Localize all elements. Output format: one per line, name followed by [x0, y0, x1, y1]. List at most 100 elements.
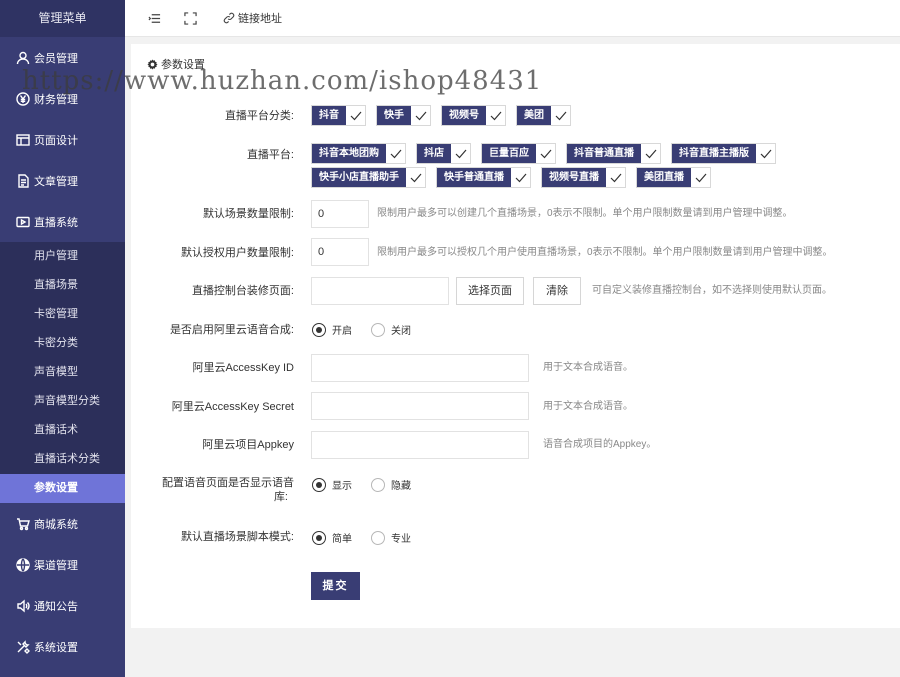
sidebar-item-label: 渠道管理: [34, 559, 78, 572]
sidebar-subitem-card-categories[interactable]: 卡密分类: [0, 329, 125, 358]
sidebar-menu: 会员管理 财务管理 页面设计 文章管理 直播系统: [0, 37, 125, 242]
platform-tags-row2: 快手小店直播助手 快手普通直播 视频号直播 美团直播: [311, 167, 896, 190]
aliyun-tts-label: 是否启用阿里云语音合成:: [169, 324, 294, 336]
radio-circle: [312, 322, 326, 337]
tag-doudian[interactable]: 抖店: [416, 143, 471, 164]
radio-label: 显示: [332, 481, 352, 492]
radio-mode-pro[interactable]: 专业: [371, 530, 411, 545]
tag-douyin-normal[interactable]: 抖音普通直播: [566, 143, 661, 164]
tag-label: 视频号直播: [542, 168, 606, 187]
select-page-button[interactable]: 选择页面: [456, 277, 524, 305]
tag-douyin-host[interactable]: 抖音直播主播版: [671, 143, 776, 164]
check-icon: [551, 106, 570, 125]
tag-shipinhao-live[interactable]: 视频号直播: [541, 167, 626, 188]
auth-limit-input[interactable]: 0: [311, 238, 369, 266]
sidebar-subitem-voice-models[interactable]: 声音模型: [0, 358, 125, 387]
radio-label: 开启: [332, 326, 352, 337]
access-key-secret-label: 阿里云AccessKey Secret: [171, 401, 294, 413]
fullscreen-icon[interactable]: [183, 11, 197, 25]
radio-voice-show[interactable]: 显示: [312, 477, 352, 492]
access-key-id-label: 阿里云AccessKey ID: [192, 362, 294, 374]
sidebar-subitem-live-scenes[interactable]: 直播场景: [0, 271, 125, 300]
sidebar-item-label: 直播系统: [34, 216, 78, 229]
tag-shipinhao[interactable]: 视频号: [441, 105, 506, 126]
check-icon: [511, 168, 530, 187]
gear-icon: [147, 58, 158, 70]
globe-icon: [16, 557, 30, 572]
access-key-id-input[interactable]: [311, 354, 529, 382]
check-icon: [346, 106, 365, 125]
sidebar-item-channels[interactable]: 渠道管理: [0, 544, 125, 585]
radio-mode-simple[interactable]: 简单: [312, 530, 352, 545]
access-key-id-hint: 用于文本合成语音。: [543, 362, 633, 373]
radio-tts-off[interactable]: 关闭: [371, 322, 411, 337]
sidebar-item-live-system[interactable]: 直播系统: [0, 201, 125, 242]
sidebar-item-page-design[interactable]: 页面设计: [0, 119, 125, 160]
category-tags: 抖音 快手 视频号 美团: [311, 105, 891, 128]
check-icon: [386, 144, 405, 163]
settings-panel: 参数设置 直播平台分类: 抖音 快手 视频号 美团 直播平台: 抖音本地团购 抖…: [131, 44, 900, 628]
tag-juliang[interactable]: 巨量百应: [481, 143, 556, 164]
radio-circle: [371, 530, 385, 545]
sidebar-subitem-script-categories[interactable]: 直播话术分类: [0, 445, 125, 474]
submit-button[interactable]: 提交: [311, 572, 360, 600]
tag-label: 抖店: [417, 144, 451, 163]
check-icon: [756, 144, 775, 163]
sidebar-item-mall[interactable]: 商城系统: [0, 503, 125, 544]
sidebar-item-articles[interactable]: 文章管理: [0, 160, 125, 201]
tag-label: 快手小店直播助手: [312, 168, 406, 187]
tag-meituan-live[interactable]: 美团直播: [636, 167, 711, 188]
tag-kuaishou-assistant[interactable]: 快手小店直播助手: [311, 167, 426, 188]
scene-limit-input[interactable]: 0: [311, 200, 369, 228]
tag-douyin[interactable]: 抖音: [311, 105, 366, 126]
speaker-icon: [16, 598, 30, 613]
sidebar-item-notices[interactable]: 通知公告: [0, 585, 125, 626]
sidebar-subitem-cards[interactable]: 卡密管理: [0, 300, 125, 329]
play-icon: [16, 215, 30, 229]
radio-circle: [312, 530, 326, 545]
tag-meituan[interactable]: 美团: [516, 105, 571, 126]
tag-label: 美团: [517, 106, 551, 125]
tag-kuaishou[interactable]: 快手: [376, 105, 431, 126]
link-address-button[interactable]: 链接地址: [223, 10, 282, 26]
tag-label: 快手普通直播: [437, 168, 511, 187]
sidebar-item-label: 系统设置: [34, 641, 78, 654]
cart-icon: [16, 517, 30, 531]
radio-tts-on[interactable]: 开启: [312, 322, 352, 337]
user-icon: [16, 51, 30, 65]
auth-limit-hint: 限制用户最多可以授权几个用户使用直播场景，0表示不限制。单个用户限制数量请到用户…: [377, 247, 833, 258]
sidebar-item-finance[interactable]: 财务管理: [0, 78, 125, 119]
check-icon: [641, 144, 660, 163]
appkey-label: 阿里云项目Appkey: [202, 439, 294, 451]
check-icon: [536, 144, 555, 163]
appkey-input[interactable]: [311, 431, 529, 459]
check-icon: [691, 168, 710, 187]
sidebar-subitem-voice-model-categories[interactable]: 声音模型分类: [0, 387, 125, 416]
tag-label: 快手: [377, 106, 411, 125]
sidebar-item-system-settings[interactable]: 系统设置: [0, 626, 125, 667]
radio-voice-hide[interactable]: 隐藏: [371, 477, 411, 492]
tag-label: 美团直播: [637, 168, 691, 187]
sidebar-subitem-users[interactable]: 用户管理: [0, 242, 125, 271]
sidebar-subitem-scripts[interactable]: 直播话术: [0, 416, 125, 445]
sidebar-subitem-settings[interactable]: 参数设置: [0, 474, 125, 503]
access-key-secret-input[interactable]: [311, 392, 529, 420]
platform-label: 直播平台:: [246, 149, 294, 161]
scene-limit-hint: 限制用户最多可以创建几个直播场景，0表示不限制。单个用户限制数量请到用户管理中调…: [377, 208, 793, 219]
tag-douyin-local[interactable]: 抖音本地团购: [311, 143, 406, 164]
appkey-hint: 语音合成项目的Appkey。: [543, 439, 657, 450]
category-label: 直播平台分类:: [224, 110, 294, 122]
sidebar-item-members[interactable]: 会员管理: [0, 37, 125, 78]
sidebar-menu-bottom: 商城系统 渠道管理 通知公告 系统设置: [0, 503, 125, 667]
console-page-input[interactable]: [311, 277, 449, 305]
clear-button[interactable]: 清除: [533, 277, 581, 305]
menu-collapse-icon[interactable]: [147, 11, 161, 25]
tag-label: 巨量百应: [482, 144, 536, 163]
document-icon: [16, 173, 30, 188]
tag-kuaishou-normal[interactable]: 快手普通直播: [436, 167, 531, 188]
script-mode-label: 默认直播场景脚本模式:: [180, 531, 294, 543]
layout-icon: [16, 133, 30, 147]
access-key-secret-hint: 用于文本合成语音。: [543, 401, 633, 412]
link-icon: [223, 12, 235, 24]
link-address-label: 链接地址: [238, 13, 282, 25]
